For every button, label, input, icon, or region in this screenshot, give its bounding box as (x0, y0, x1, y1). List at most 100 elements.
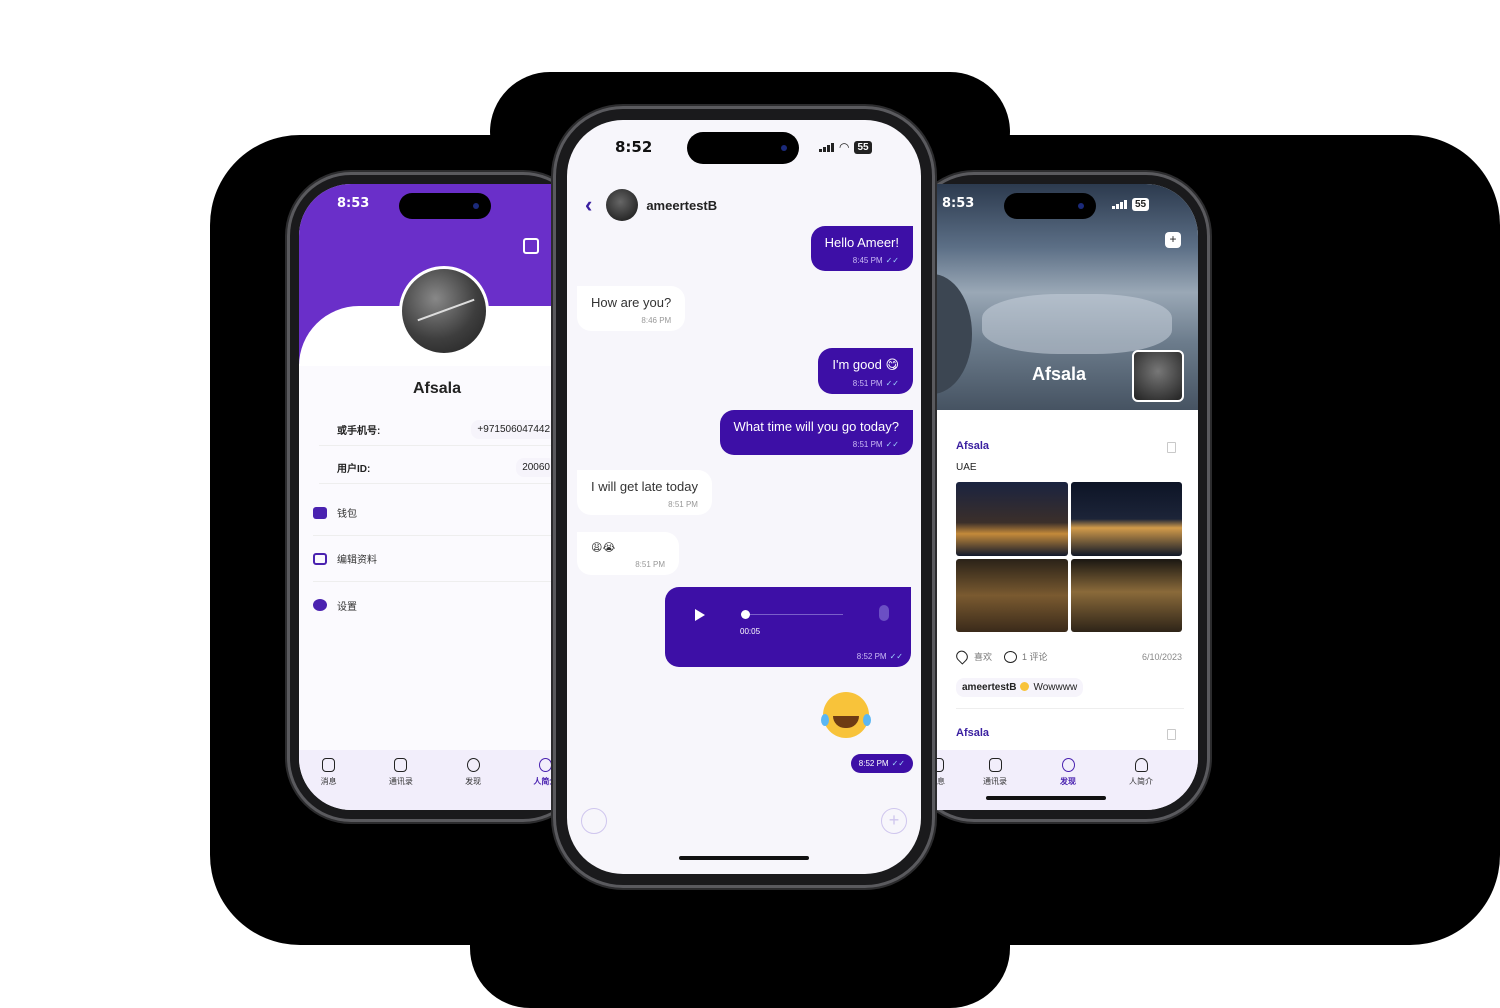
signal-icon (1112, 200, 1127, 209)
home-indicator (679, 856, 809, 860)
bottom-nav: 消息 通讯录 发现 人简介 (922, 750, 1198, 810)
nav-discover[interactable]: 发现 (444, 758, 503, 810)
compass-icon (466, 758, 480, 772)
phone-moments: 8:53 55 + Afsala Afsala UAE 喜欢 1 评论 6/10… (910, 172, 1210, 822)
nav-profile-label: 人简介 (1129, 777, 1153, 786)
menu-edit-profile-label: 编辑资料 (337, 555, 377, 566)
post-photo[interactable] (1070, 558, 1182, 632)
profile-name: Afsala (412, 380, 462, 397)
message-icon (322, 758, 336, 772)
post-actions: 喜欢 1 评论 6/10/2023 (953, 648, 1182, 665)
voice-time: 8:52 PM (856, 652, 887, 661)
emoji-icon (1020, 682, 1030, 691)
post-photo[interactable] (1070, 482, 1182, 556)
tear-icon (821, 714, 829, 726)
tear-icon (863, 714, 871, 726)
user-id-value: 20060 (516, 458, 556, 477)
next-post-author[interactable]: Afsala (956, 727, 989, 739)
message-bubble-outgoing[interactable]: I'm good 😋 8:51 PM ✓✓ (818, 348, 913, 394)
contact-name[interactable]: ameertestB (646, 198, 717, 213)
contacts-icon (988, 758, 1002, 772)
cover-avatar[interactable] (1132, 350, 1184, 402)
nav-discover-label: 发现 (465, 777, 482, 786)
read-ticks-icon: ✓✓ (885, 379, 899, 388)
read-ticks-icon: ✓✓ (891, 759, 905, 768)
add-post-button[interactable]: + (1165, 232, 1181, 248)
nav-contacts[interactable]: 通讯录 (371, 758, 430, 810)
bottom-nav: 消息 通讯录 发现 人简介 (299, 750, 575, 810)
nav-contacts[interactable]: 通讯录 (965, 758, 1025, 810)
profile-avatar[interactable] (399, 266, 489, 356)
contacts-icon (394, 758, 408, 772)
comment-author[interactable]: ameertestB (962, 682, 1016, 693)
phone-profile: 8:53 Afsala 或手机号: +971506047442 用户ID: 20… (287, 172, 587, 822)
message-time: 8:51 PM (668, 500, 698, 509)
menu-settings-label: 设置 (337, 601, 357, 613)
message-text: How are you? (591, 295, 672, 310)
message-text: Hello Ameer! (824, 235, 899, 250)
person-icon (1134, 758, 1148, 772)
message-bubble-incoming[interactable]: 😩😭 8:51 PM (577, 532, 679, 575)
compass-icon (1061, 758, 1075, 772)
post-photo[interactable] (956, 482, 1068, 556)
dynamic-island (687, 132, 799, 164)
post-photo-grid (956, 482, 1182, 632)
voice-message-bubble[interactable]: 00:05 8:52 PM ✓✓ (665, 587, 911, 667)
post-date: 6/10/2023 (1141, 651, 1182, 662)
microphone-button[interactable] (581, 808, 607, 834)
menu-wallet[interactable]: 钱包 (313, 490, 575, 536)
like-label[interactable]: 喜欢 (974, 650, 992, 663)
play-icon[interactable] (695, 609, 705, 621)
post-author[interactable]: Afsala (956, 440, 989, 452)
message-bubble-incoming[interactable]: I will get late today 8:51 PM (577, 470, 712, 515)
home-indicator (986, 796, 1106, 800)
add-attachment-button[interactable]: + (881, 808, 907, 834)
emoji-time-text: 8:52 PM (858, 759, 889, 768)
phone-chat: 8:52 ◠ 55 ‹ ameertestB Hello Ameer! 8:45… (553, 106, 935, 888)
chat-header: ‹ ameertestB (567, 180, 921, 230)
message-bubble-outgoing[interactable]: Hello Ameer! 8:45 PM ✓✓ (810, 226, 913, 271)
qr-scan-icon[interactable] (523, 238, 539, 254)
edit-icon (313, 552, 327, 565)
nav-discover-label: 发现 (1060, 777, 1076, 786)
backdrop-shape-bottom (470, 880, 1010, 1008)
read-ticks-icon: ✓✓ (885, 440, 899, 449)
voice-progress-handle[interactable] (741, 610, 750, 619)
nav-discover[interactable]: 发现 (1038, 758, 1098, 810)
trash-icon[interactable] (1167, 442, 1176, 453)
user-id-label: 用户ID: (337, 464, 371, 475)
message-bubble-outgoing[interactable]: What time will you go today? 8:51 PM ✓✓ (719, 410, 913, 455)
message-bubble-incoming[interactable]: How are you? 8:46 PM (577, 286, 686, 331)
comment-count[interactable]: 1 评论 (1022, 650, 1048, 663)
back-chevron-icon[interactable]: ‹ (585, 192, 592, 218)
cover-name: Afsala (1032, 364, 1087, 384)
message-text: What time will you go today? (733, 419, 899, 434)
wallet-icon (313, 506, 327, 519)
person-icon (538, 758, 552, 772)
moments-screen: 8:53 55 + Afsala Afsala UAE 喜欢 1 评论 6/10… (922, 184, 1198, 810)
heart-icon[interactable] (953, 648, 971, 665)
phone-number-row: 或手机号: +971506047442 (319, 414, 575, 446)
message-text: I will get late today (591, 479, 698, 494)
comment-icon[interactable] (1004, 650, 1018, 663)
nav-messages[interactable]: 消息 (299, 758, 358, 810)
profile-screen: 8:53 Afsala 或手机号: +971506047442 用户ID: 20… (299, 184, 575, 810)
showcase-stage: 8:53 Afsala 或手机号: +971506047442 用户ID: 20… (0, 0, 1500, 1008)
comment-text: Wowwww (1033, 682, 1078, 693)
message-text: 😩😭 (591, 542, 616, 554)
laughing-emoji-icon[interactable] (821, 692, 871, 738)
message-time: 8:51 PM (852, 379, 883, 388)
read-ticks-icon: ✓✓ (889, 652, 903, 661)
wifi-icon: ◠ (839, 140, 850, 154)
nav-profile[interactable]: 人简介 (1111, 758, 1171, 810)
trash-icon[interactable] (1167, 729, 1176, 740)
post-photo[interactable] (956, 558, 1068, 632)
battery-icon: 55 (854, 140, 872, 154)
nav-messages-label: 消息 (320, 777, 337, 786)
contact-avatar[interactable] (606, 189, 639, 221)
emoji-message-time: 8:52 PM ✓✓ (850, 754, 913, 773)
menu-edit-profile[interactable]: 编辑资料 (313, 536, 575, 582)
menu-settings[interactable]: 设置 (313, 582, 575, 628)
voice-progress-track[interactable] (741, 614, 843, 615)
signal-icon (819, 142, 834, 152)
